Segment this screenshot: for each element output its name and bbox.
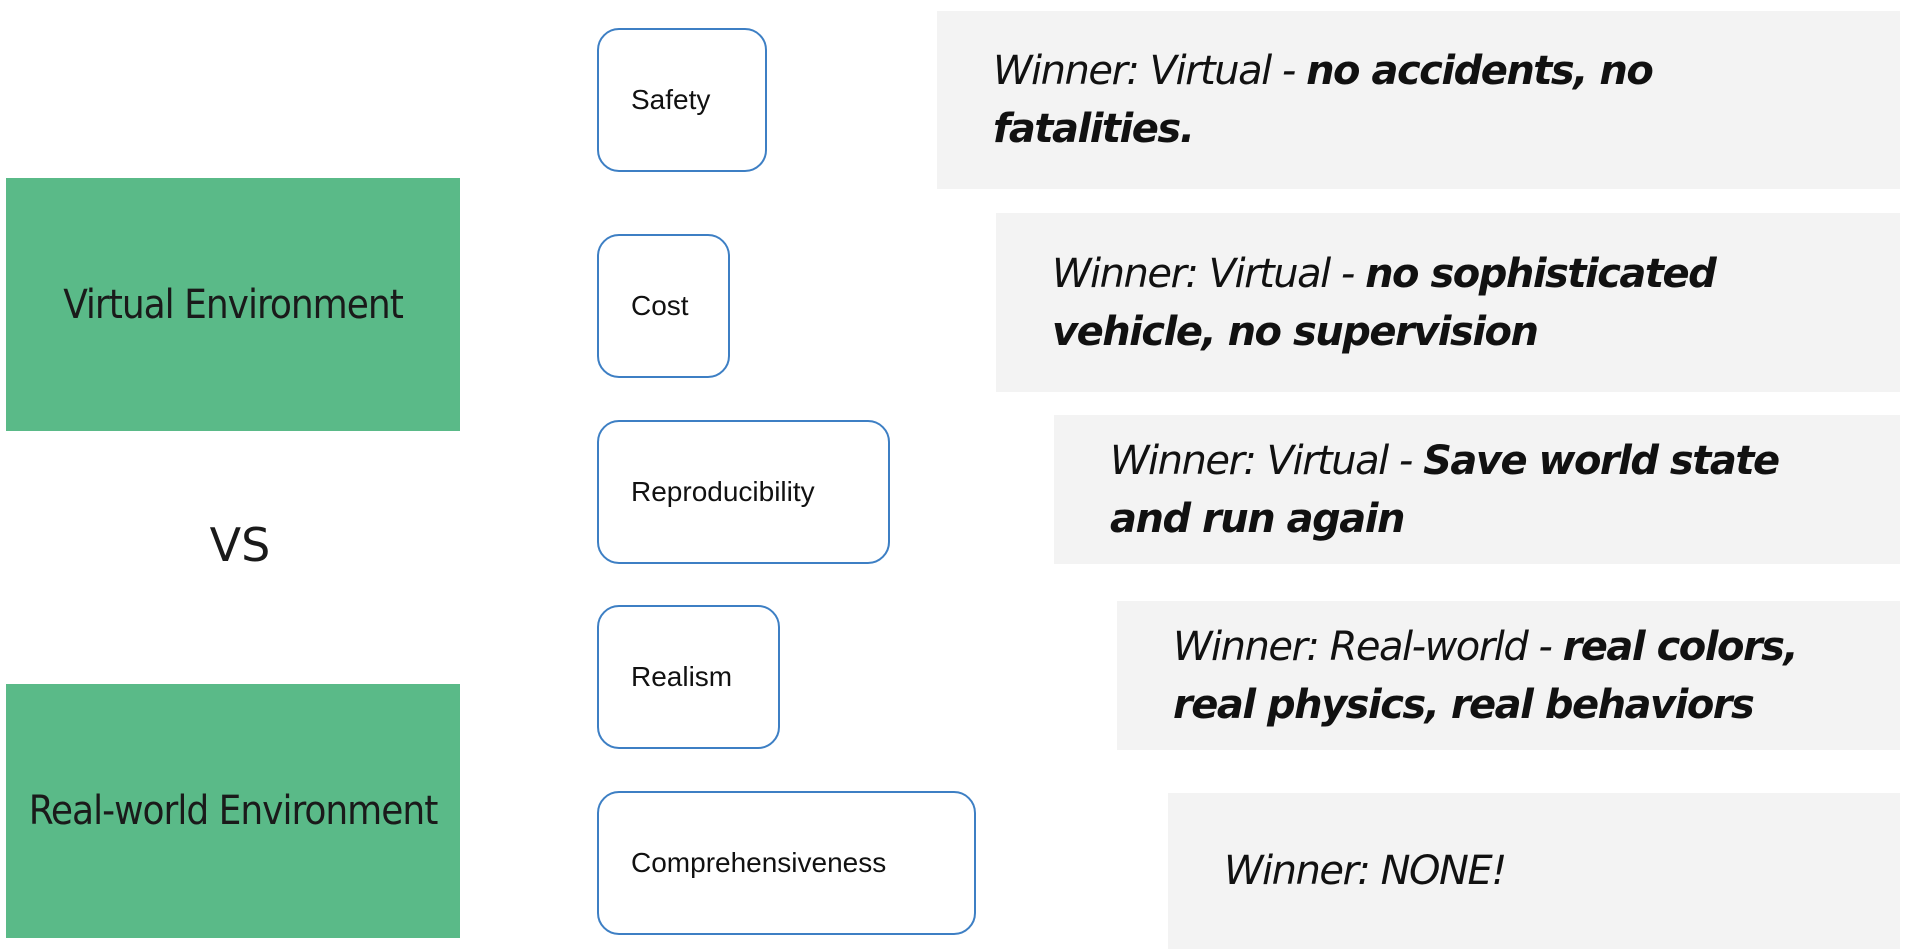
criterion-label: Comprehensiveness: [631, 847, 887, 878]
criterion-safety: Safety: [597, 28, 767, 172]
criterion-comprehensiveness: Comprehensiveness: [597, 791, 976, 935]
winner-safety-box: Winner: Virtual - no accidents, no fatal…: [937, 11, 1900, 189]
winner-text: Winner: Virtual - Save world state and r…: [1110, 432, 1844, 548]
winner-lead: Winner: Virtual -: [993, 48, 1307, 94]
criterion-reproducibility: Reproducibility: [597, 420, 890, 564]
criterion-label: Realism: [631, 661, 733, 692]
winner-text: Winner: Virtual - no accidents, no fatal…: [993, 42, 1844, 158]
criterion-label: Cost: [631, 290, 689, 321]
virtual-environment-box: Virtual Environment: [6, 178, 460, 431]
winner-text: Winner: Real-world - real colors, real p…: [1173, 618, 1844, 734]
winner-text: Winner: Virtual - no sophisticated vehic…: [1052, 245, 1844, 361]
winner-lead: Winner: NONE!: [1224, 848, 1507, 894]
winner-reproducibility-box: Winner: Virtual - Save world state and r…: [1054, 415, 1900, 564]
winner-lead: Winner: Virtual -: [1110, 437, 1424, 484]
criterion-label: Safety: [631, 84, 711, 115]
winner-text: Winner: NONE!: [1224, 842, 1507, 900]
winner-cost-box: Winner: Virtual - no sophisticated vehic…: [996, 213, 1900, 392]
criterion-cost: Cost: [597, 234, 730, 378]
criterion-realism: Realism: [597, 605, 780, 749]
virtual-environment-label: Virtual Environment: [63, 281, 404, 328]
winner-lead: Winner: Real-world -: [1173, 623, 1563, 670]
winner-comprehensiveness-box: Winner: NONE!: [1168, 793, 1900, 949]
real-world-environment-box: Real-world Environment: [6, 684, 460, 938]
vs-label: VS: [209, 518, 271, 572]
winner-lead: Winner: Virtual -: [1052, 250, 1366, 297]
criterion-label: Reproducibility: [631, 476, 815, 507]
winner-realism-box: Winner: Real-world - real colors, real p…: [1117, 601, 1900, 750]
real-world-environment-label: Real-world Environment: [28, 788, 439, 834]
